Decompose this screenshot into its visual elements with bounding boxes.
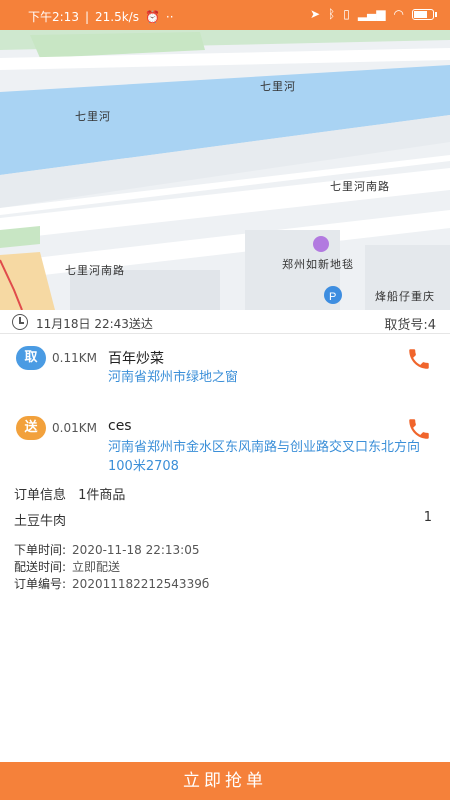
- dropoff-distance: 0.01KM: [52, 421, 97, 435]
- phone-icon[interactable]: [406, 346, 432, 372]
- alarm-icon: ⏰: [144, 9, 160, 24]
- delivery-time-label: 配送时间:: [14, 560, 67, 574]
- delivery-info-row: 11月18日 22:43送达 取货号:4: [0, 310, 450, 334]
- order-number-row: 订单编号: 20201118221254339б: [14, 575, 209, 592]
- order-info-row: 订单信息 1件商品: [14, 484, 125, 503]
- map-label-river: 七里河: [260, 80, 296, 93]
- pickup-badge: 取: [16, 346, 46, 370]
- dropoff-block: 送 0.01KM ces 河南省郑州市金水区东风南路与创业路交叉口东北方向100…: [0, 416, 450, 482]
- placed-time-row: 下单时间: 2020-11-18 22:13:05: [14, 541, 200, 558]
- more-notifications-icon: ··: [165, 9, 174, 24]
- item-quantity: 1: [423, 510, 432, 525]
- map-label-road: 七里河南路: [65, 264, 125, 277]
- dropoff-customer-name: ces: [108, 418, 132, 434]
- battery-level: [414, 10, 427, 18]
- mute-icon: ▯: [343, 7, 350, 21]
- placed-time-value: 2020-11-18 22:13:05: [72, 543, 200, 557]
- delivery-time-row: 配送时间: 立即配送: [14, 558, 120, 575]
- bluetooth-icon: ᛒ: [328, 7, 336, 21]
- map-view[interactable]: P 七里河 七里河 七里河南路 七里河南路 郑州如新地毯 烽船仔重庆: [0, 30, 450, 310]
- pickup-code: 取货号:4: [384, 318, 436, 333]
- map-label-river: 七里河: [75, 110, 111, 123]
- clock-icon: [12, 314, 28, 330]
- phone-icon[interactable]: [406, 416, 432, 442]
- placed-time-label: 下单时间:: [14, 543, 67, 557]
- parking-icon: P: [329, 291, 336, 303]
- pickup-address: 河南省郑州市绿地之窗: [108, 370, 239, 385]
- dropoff-badge: 送: [16, 416, 46, 440]
- order-number-value: 20201118221254339б: [72, 577, 210, 591]
- item-name: 土豆牛肉: [14, 514, 67, 529]
- dropoff-address: 河南省郑州市金水区东风南路与创业路交叉口东北方向100米2708: [108, 440, 421, 474]
- map-label-poi: 郑州如新地毯: [282, 258, 354, 271]
- net-speed: 21.5k/s: [95, 9, 139, 24]
- order-info-label: 订单信息: [14, 488, 67, 503]
- order-info-value: 1件商品: [78, 488, 126, 503]
- location-icon: ➤: [309, 7, 321, 21]
- status-bar: 下午2:13 | 21.5k/s ⏰ ·· ➤ ᛒ ▯ ▂▄▆ ◠: [0, 0, 450, 30]
- pickup-store-name: 百年炒菜: [108, 351, 164, 367]
- poi-marker[interactable]: [313, 236, 329, 252]
- battery-icon: [412, 8, 437, 20]
- status-time: 下午2:13: [28, 10, 79, 24]
- grab-order-button[interactable]: 立即抢单: [0, 762, 450, 800]
- order-number-label: 订单编号:: [14, 577, 67, 591]
- map-label-poi: 烽船仔重庆: [375, 290, 435, 303]
- delivery-time-value: 立即配送: [72, 560, 121, 574]
- map-label-road: 七里河南路: [330, 180, 390, 193]
- wifi-icon: ◠: [393, 7, 404, 21]
- status-separator: |: [84, 9, 89, 24]
- signal-icon: ▂▄▆: [357, 7, 386, 21]
- pickup-distance: 0.11KM: [52, 351, 97, 365]
- pickup-block: 取 0.11KM 百年炒菜 河南省郑州市绿地之窗: [0, 346, 450, 396]
- delivery-time: 11月18日 22:43送达: [36, 317, 153, 331]
